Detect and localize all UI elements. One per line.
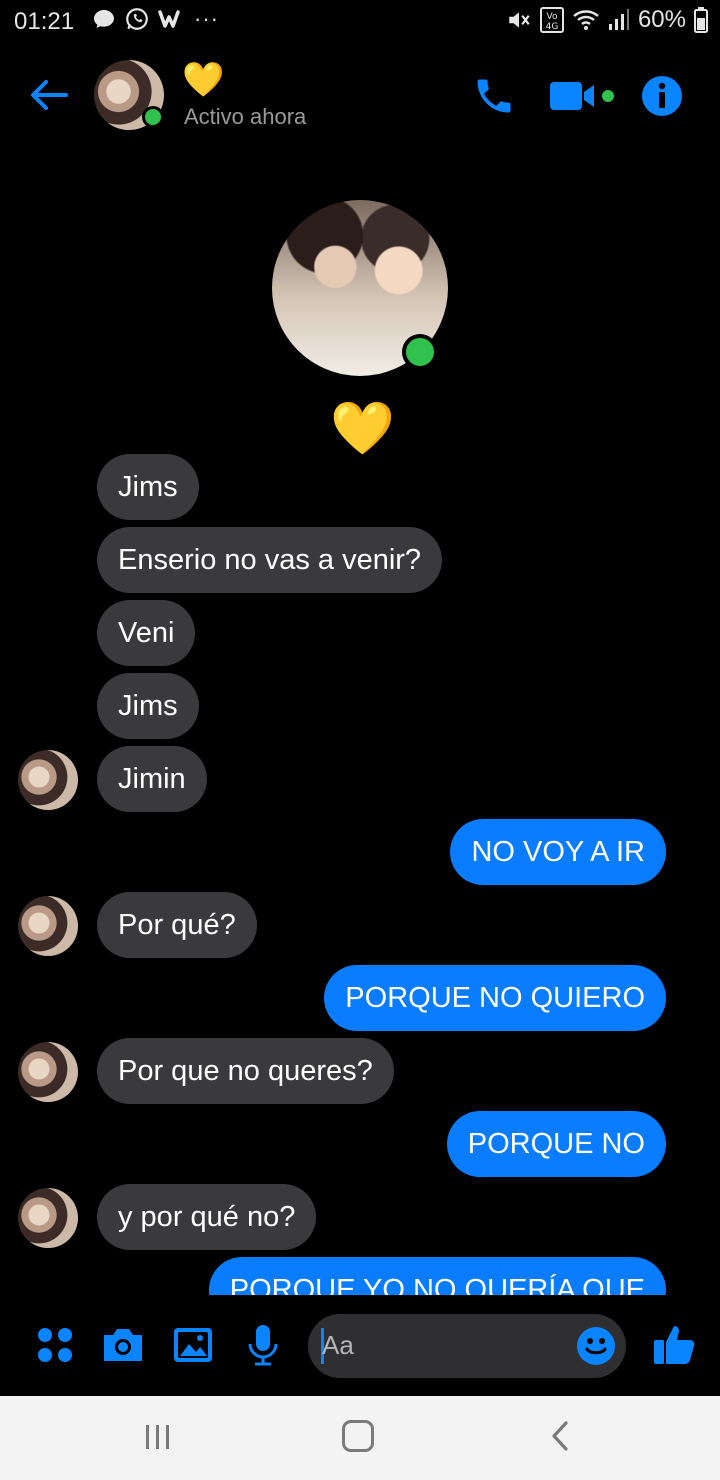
phone-icon[interactable] [472, 74, 516, 118]
battery-icon [694, 7, 708, 33]
recent-apps-icon[interactable] [144, 1424, 172, 1450]
message-thread[interactable]: Jims Enserio no vas a venir? Veni Jims Jimin… [0, 450, 720, 1295]
status-overflow: ··· [194, 6, 219, 31]
whatsapp-icon [126, 8, 148, 30]
svg-text:4G: 4G [546, 22, 559, 32]
status-notification-icons: ··· [92, 6, 219, 32]
wattpad-icon [158, 10, 180, 28]
chat-bubble-icon [94, 10, 114, 28]
contact-name[interactable]: 💛 [182, 60, 224, 100]
apps-icon[interactable] [32, 1322, 78, 1368]
online-indicator [142, 106, 164, 128]
incoming-message[interactable]: Jimin [97, 746, 207, 812]
message-input[interactable]: Aa [308, 1314, 626, 1378]
message-composer: Aa [0, 1300, 720, 1396]
status-time: 01:21 [14, 8, 75, 35]
sender-avatar[interactable] [18, 750, 78, 810]
contact-status: Activo ahora [184, 104, 307, 129]
outgoing-message[interactable]: PORQUE NO [446, 1111, 666, 1177]
gallery-icon[interactable] [170, 1322, 216, 1368]
system-back-icon[interactable] [548, 1420, 572, 1452]
outgoing-message[interactable]: PORQUE NO QUIERO [324, 965, 666, 1031]
incoming-message[interactable]: y por qué no? [97, 1184, 317, 1250]
signal-icon [608, 9, 629, 30]
mute-icon [509, 12, 530, 28]
status-system-icons: Vo 4G 60% [506, 6, 708, 34]
system-navigation-bar [0, 1396, 720, 1480]
incoming-message[interactable]: Jims [97, 454, 199, 520]
conversation-header: 💛 Activo ahora [0, 56, 720, 136]
svg-text:Vo: Vo [546, 12, 557, 22]
outgoing-message[interactable]: PORQUE YO NO QUERÍA QUE [208, 1257, 666, 1295]
emoji-icon[interactable] [576, 1326, 616, 1366]
incoming-message[interactable]: Jims [97, 673, 199, 739]
status-bar: 01:21 ··· Vo 4G 60% [0, 0, 720, 44]
sender-avatar[interactable] [18, 1042, 78, 1102]
microphone-icon[interactable] [240, 1322, 286, 1368]
outgoing-message[interactable]: NO VOY A IR [450, 819, 666, 885]
video-call-icon[interactable] [548, 78, 618, 114]
home-icon[interactable] [342, 1420, 374, 1452]
incoming-message[interactable]: Por qué? [97, 892, 257, 958]
sender-avatar[interactable] [18, 1188, 78, 1248]
thumbs-up-icon[interactable] [652, 1322, 696, 1366]
message-input-placeholder: Aa [322, 1330, 354, 1360]
battery-level: 60% [637, 6, 686, 33]
volte-4g-icon: Vo4G [539, 7, 564, 33]
wifi-icon [573, 10, 599, 30]
camera-icon[interactable] [100, 1322, 146, 1368]
incoming-message[interactable]: Enserio no vas a venir? [97, 527, 443, 593]
back-arrow-icon[interactable] [26, 72, 72, 118]
info-icon[interactable] [640, 74, 684, 118]
profile-online-indicator [402, 334, 438, 370]
incoming-message[interactable]: Veni [97, 600, 196, 666]
sender-avatar[interactable] [18, 896, 78, 956]
incoming-message[interactable]: Por que no queres? [97, 1038, 394, 1104]
